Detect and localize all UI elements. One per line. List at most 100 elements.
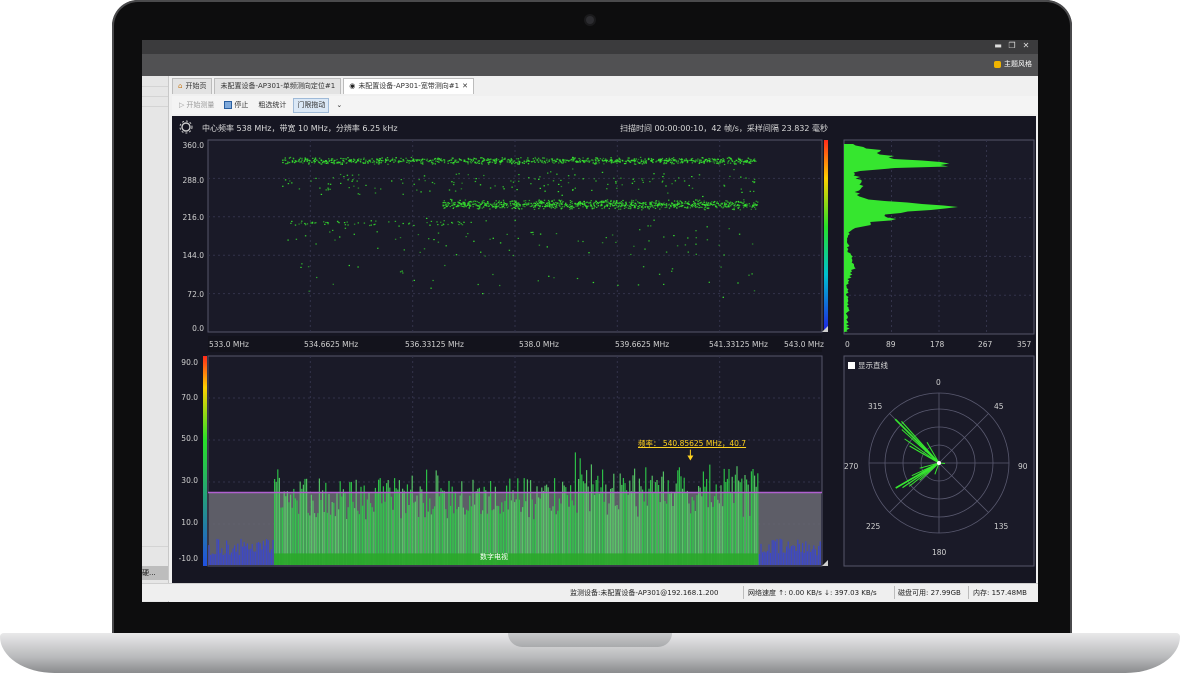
waterfall-point [695, 230, 697, 232]
waterfall-point [579, 203, 581, 205]
instrument-panel: 中心频率 538 MHz，带宽 10 MHz，分辨率 6.25 kHz 扫描时间… [172, 116, 1036, 583]
waterfall-point [733, 169, 735, 171]
waterfall-point [484, 203, 486, 205]
waterfall-point [359, 193, 361, 195]
waterfall-point [352, 179, 354, 181]
waterfall-point [483, 202, 485, 204]
waterfall-point [671, 183, 673, 185]
waterfall-point [567, 182, 570, 184]
waterfall-point [595, 157, 597, 159]
waterfall-point [664, 206, 666, 209]
waterfall-point [395, 157, 397, 159]
waterfall-point [534, 158, 537, 160]
waterfall-point [511, 186, 513, 188]
waterfall-point [708, 281, 710, 283]
waterfall-point [720, 159, 722, 161]
minimize-icon[interactable]: ▬ [994, 42, 1002, 50]
waterfall-point [358, 174, 360, 176]
tab-start-page[interactable]: ⌂ 开始页 [172, 78, 213, 94]
waterfall-point [351, 180, 353, 182]
waterfall-point [665, 204, 668, 206]
waterfall-point [365, 159, 367, 161]
waterfall-point [302, 162, 304, 164]
waterfall-point [627, 204, 629, 206]
waterfall-point [340, 182, 342, 184]
stats-button[interactable]: 粗选统计 [255, 99, 289, 112]
waterfall-point [461, 224, 464, 226]
waterfall-point [442, 202, 444, 204]
waterfall-point [397, 161, 399, 163]
waterfall-point [562, 158, 564, 161]
gear-icon[interactable] [179, 120, 193, 134]
waterfall-point [741, 191, 743, 193]
waterfall-point [698, 162, 700, 164]
waterfall-point [628, 201, 631, 203]
waterfall-point [641, 209, 643, 211]
waterfall-point [543, 157, 546, 159]
waterfall-point [500, 203, 503, 206]
camera-icon [586, 16, 594, 24]
left-panel-tab[interactable]: 硬... [142, 566, 168, 580]
waterfall-point [703, 162, 705, 164]
waterfall-point [373, 224, 375, 226]
waterfall-point [716, 201, 718, 203]
start-measure-button[interactable]: ▷ 开始测量 [176, 99, 217, 112]
waterfall-point [478, 162, 480, 164]
threshold-drag-button[interactable]: 门限拖动 [293, 97, 330, 113]
waterfall-point [523, 203, 525, 205]
waterfall-point [287, 239, 289, 241]
waterfall-point [387, 163, 389, 165]
waterfall-point [370, 224, 372, 226]
waterfall-point [327, 161, 329, 163]
waterfall-point [331, 158, 334, 160]
waterfall-point [709, 204, 711, 206]
waterfall-point [301, 220, 303, 222]
waterfall-point [444, 202, 447, 204]
waterfall-point [524, 206, 526, 208]
restore-icon[interactable]: ❐ [1008, 42, 1016, 50]
waterfall-point [735, 201, 738, 203]
waterfall-point [454, 203, 456, 206]
waterfall-point [517, 202, 520, 204]
waterfall-point [582, 178, 584, 180]
waterfall-point [362, 162, 364, 164]
waterfall-point [731, 160, 733, 162]
waterfall-point [473, 240, 475, 242]
waterfall-point [642, 207, 644, 209]
waterfall-point [722, 160, 724, 162]
waterfall-point [691, 204, 693, 206]
waterfall-point [503, 188, 505, 190]
show-lines-checkbox[interactable]: 显示直线 [848, 360, 888, 371]
close-icon[interactable]: ✕ [1022, 42, 1030, 50]
waterfall-point [300, 222, 302, 224]
waterfall-point [703, 200, 705, 202]
waterfall-point [615, 181, 617, 183]
spectrum-handle-icon[interactable] [822, 560, 828, 566]
tab-single-df[interactable]: 未配置设备-AP301-单频测向定位#1 [214, 78, 342, 94]
waterfall-point [543, 199, 546, 201]
waterfall-point [315, 222, 317, 224]
waterfall-point [322, 162, 324, 164]
polar-angle-label: 270 [844, 462, 859, 471]
waterfall-point [554, 201, 557, 204]
stop-button[interactable]: 停止 [221, 99, 251, 112]
tab-wideband-df[interactable]: ◉ 未配置设备-AP301-宽带测向#1 ✕ [343, 78, 474, 94]
theme-button[interactable]: 主题风格 [994, 59, 1032, 69]
waterfall-point [631, 182, 634, 184]
tab-close-icon[interactable]: ✕ [462, 79, 468, 94]
waterfall-point [328, 158, 330, 160]
waterfall-point [460, 203, 462, 205]
waterfall-point [730, 157, 732, 160]
waterfall-point [731, 202, 733, 204]
waterfall-point [606, 205, 608, 207]
waterfall-point [517, 158, 520, 160]
waterfall-point [710, 160, 712, 163]
waterfall-point [431, 181, 434, 184]
waterfall-point [449, 198, 452, 200]
waterfall-point [493, 204, 496, 206]
waterfall-point [748, 162, 750, 164]
status-separator [968, 586, 969, 599]
toolbar-overflow-icon[interactable]: ⌄ [333, 99, 345, 112]
waterfall-point [637, 284, 640, 286]
histogram-x-tick: 267 [978, 340, 993, 349]
